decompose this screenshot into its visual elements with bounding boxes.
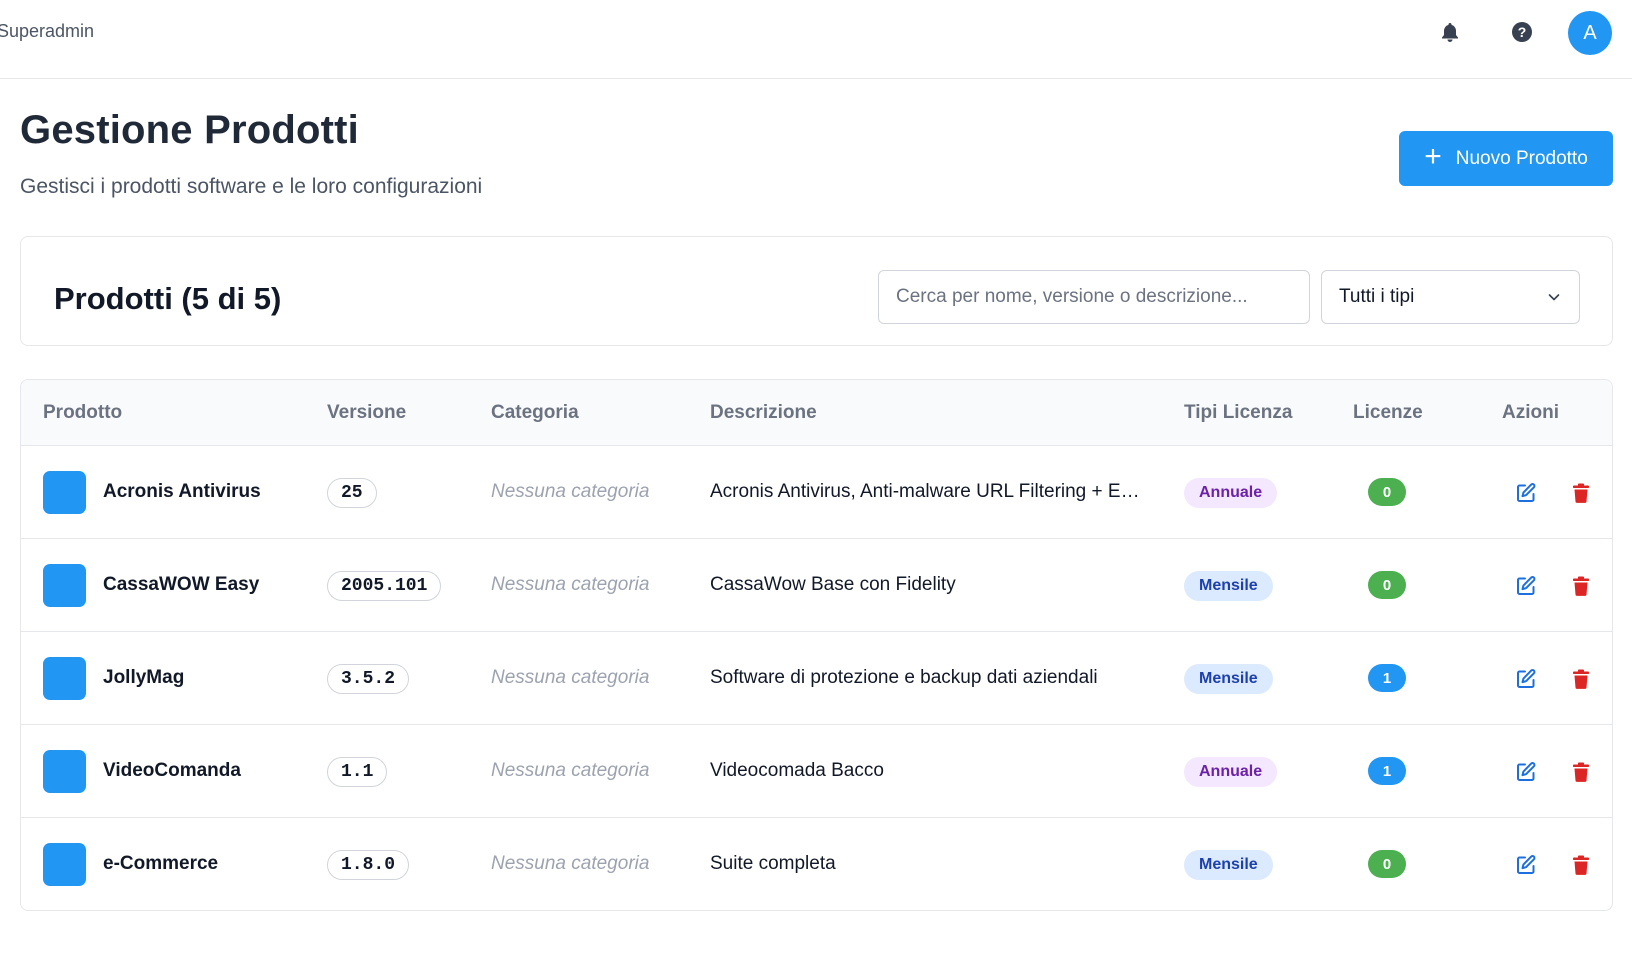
table-row: JollyMag 3.5.2 Nessuna categoria Softwar… — [21, 632, 1612, 725]
trash-icon[interactable] — [1569, 481, 1593, 505]
edit-icon[interactable] — [1514, 574, 1538, 598]
version-badge: 25 — [327, 478, 377, 508]
license-type-badge: Annuale — [1184, 757, 1278, 787]
description: CassaWow Base con Fidelity — [710, 574, 956, 595]
category-label: Nessuna categoria — [491, 574, 650, 595]
description: Videocomada Bacco — [710, 760, 884, 781]
page-subtitle: Gestisci i prodotti software e le loro c… — [20, 175, 483, 198]
licenses-count-badge: 0 — [1368, 850, 1406, 878]
product-name: e-Commerce — [103, 853, 219, 874]
top-bar: Superadmin ? A — [0, 0, 1632, 79]
table-header: Prodotto Versione Categoria Descrizione … — [21, 380, 1612, 446]
product-name: Acronis Antivirus — [103, 481, 261, 502]
column-header-licenze: Licenze — [1353, 402, 1423, 423]
column-header-versione: Versione — [327, 402, 407, 423]
brand-label: Superadmin — [0, 21, 95, 41]
products-table: Prodotto Versione Categoria Descrizione … — [20, 379, 1613, 911]
product-icon — [43, 657, 86, 700]
category-label: Nessuna categoria — [491, 760, 650, 781]
product-icon — [43, 564, 86, 607]
column-header-descrizione: Descrizione — [710, 402, 817, 423]
description: Software di protezione e backup dati azi… — [710, 667, 1098, 688]
edit-icon[interactable] — [1514, 853, 1538, 877]
search-input[interactable] — [878, 270, 1310, 324]
edit-icon[interactable] — [1514, 667, 1538, 691]
trash-icon[interactable] — [1569, 667, 1593, 691]
description: Acronis Antivirus, Anti-malware URL Filt… — [710, 481, 1140, 502]
avatar[interactable]: A — [1568, 11, 1612, 55]
version-badge: 1.8.0 — [327, 850, 410, 880]
table-row: e-Commerce 1.8.0 Nessuna categoria Suite… — [21, 818, 1612, 910]
svg-text:?: ? — [1518, 24, 1527, 40]
plus-icon: + — [1424, 140, 1442, 173]
chevron-down-icon — [1548, 294, 1560, 301]
version-badge: 3.5.2 — [327, 664, 410, 694]
table-row: VideoComanda 1.1 Nessuna categoria Video… — [21, 725, 1612, 818]
product-name: CassaWOW Easy — [103, 574, 260, 595]
column-header-prodotto: Prodotto — [43, 402, 123, 423]
product-icon — [43, 471, 86, 514]
category-label: Nessuna categoria — [491, 481, 650, 502]
page-title: Gestione Prodotti — [20, 108, 359, 152]
help-icon[interactable]: ? — [1508, 18, 1536, 46]
product-name: JollyMag — [103, 667, 185, 688]
trash-icon[interactable] — [1569, 574, 1593, 598]
description: Suite completa — [710, 853, 836, 874]
licenses-count-badge: 0 — [1368, 478, 1406, 506]
column-header-azioni: Azioni — [1502, 402, 1559, 423]
license-type-badge: Mensile — [1184, 850, 1273, 880]
new-product-label: Nuovo Prodotto — [1455, 147, 1588, 169]
licenses-count-badge: 1 — [1368, 664, 1406, 692]
license-type-badge: Annuale — [1184, 478, 1278, 508]
products-count-title: Prodotti (5 di 5) — [54, 281, 282, 316]
new-product-button[interactable]: + Nuovo Prodotto — [1399, 131, 1613, 186]
licenses-count-badge: 1 — [1368, 757, 1406, 785]
category-label: Nessuna categoria — [491, 853, 650, 874]
license-type-badge: Mensile — [1184, 664, 1273, 694]
table-row: CassaWOW Easy 2005.101 Nessuna categoria… — [21, 539, 1612, 632]
product-icon — [43, 750, 86, 793]
licenses-count-badge: 0 — [1368, 571, 1406, 599]
version-badge: 1.1 — [327, 757, 388, 787]
product-icon — [43, 843, 86, 886]
version-badge: 2005.101 — [327, 571, 442, 601]
type-filter-select[interactable]: Tutti i tipi — [1321, 270, 1580, 324]
column-header-categoria: Categoria — [491, 402, 579, 423]
trash-icon[interactable] — [1569, 760, 1593, 784]
edit-icon[interactable] — [1514, 481, 1538, 505]
type-filter-value: Tutti i tipi — [1339, 286, 1415, 307]
category-label: Nessuna categoria — [491, 667, 650, 688]
filter-card: Prodotti (5 di 5) Tutti i tipi — [20, 236, 1613, 346]
license-type-badge: Mensile — [1184, 571, 1273, 601]
table-row: Acronis Antivirus 25 Nessuna categoria A… — [21, 446, 1612, 539]
edit-icon[interactable] — [1514, 760, 1538, 784]
bell-icon[interactable] — [1436, 18, 1464, 46]
column-header-tipi-licenza: Tipi Licenza — [1184, 402, 1293, 423]
trash-icon[interactable] — [1569, 853, 1593, 877]
product-name: VideoComanda — [103, 760, 241, 781]
